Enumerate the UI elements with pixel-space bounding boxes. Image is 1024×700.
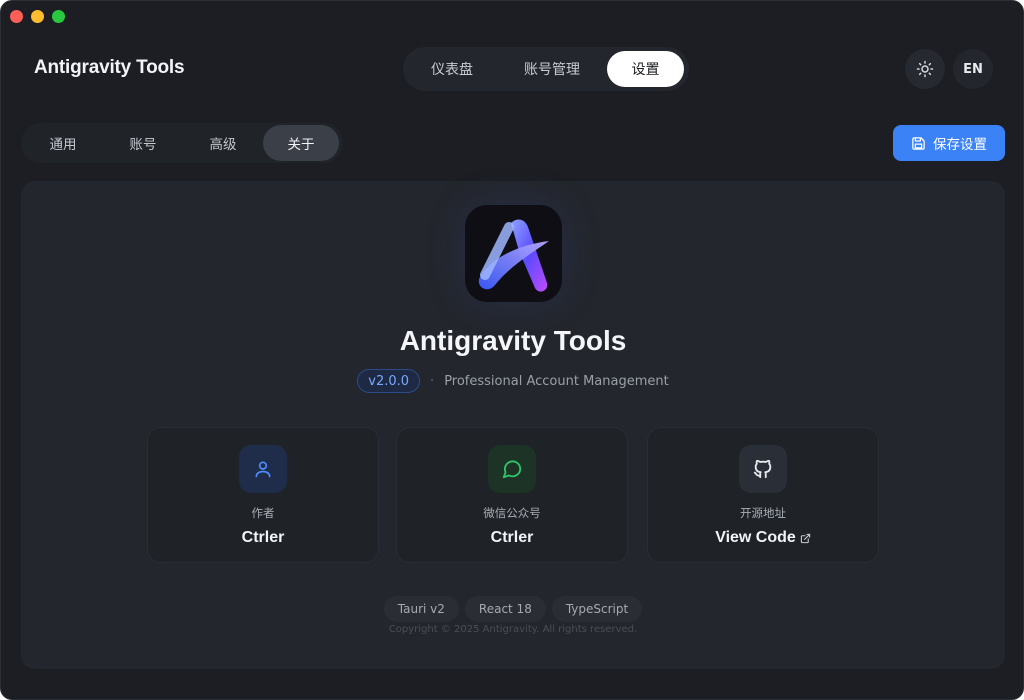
tech-chip: React 18 <box>464 596 546 622</box>
source-label: 开源地址 <box>740 506 786 520</box>
message-circle-icon <box>502 460 522 479</box>
subtab-general[interactable]: 通用 <box>23 125 103 161</box>
subtab-account[interactable]: 账号 <box>103 125 183 161</box>
version-row: v2.0.0 · Professional Account Management <box>1 369 1023 393</box>
subtab-about[interactable]: 关于 <box>263 125 339 161</box>
tab-account-management[interactable]: 账号管理 <box>497 51 607 87</box>
source-icon-box <box>739 445 787 493</box>
save-icon <box>912 136 925 150</box>
author-card: 作者 Ctrler <box>147 427 379 563</box>
app-window: Antigravity Tools 仪表盘 账号管理 设置 EN 通用 账号 高… <box>0 0 1024 700</box>
wechat-card: 微信公众号 Ctrler <box>396 427 628 563</box>
source-card[interactable]: 开源地址 View Code <box>647 427 879 563</box>
tech-chip: Tauri v2 <box>383 596 459 622</box>
author-icon-box <box>239 445 287 493</box>
author-value: Ctrler <box>241 529 285 546</box>
main-nav: 仪表盘 账号管理 设置 <box>403 47 689 91</box>
tagline: Professional Account Management <box>444 373 669 389</box>
version-badge: v2.0.0 <box>357 369 421 393</box>
github-icon <box>753 459 772 479</box>
maximize-window-button[interactable] <box>52 10 65 23</box>
view-code-link[interactable]: View Code <box>715 529 811 547</box>
subtab-advanced[interactable]: 高级 <box>183 125 263 161</box>
tab-settings[interactable]: 设置 <box>607 51 684 87</box>
wechat-label: 微信公众号 <box>483 506 541 520</box>
about-app-name: Antigravity Tools <box>399 325 627 356</box>
tech-chip: TypeScript <box>551 596 643 622</box>
wechat-value: Ctrler <box>490 529 534 546</box>
settings-subnav: 通用 账号 高级 关于 <box>21 123 343 163</box>
app-logo <box>465 205 562 302</box>
minimize-window-button[interactable] <box>31 10 44 23</box>
author-label: 作者 <box>251 506 275 520</box>
copyright-text: Copyright © 2025 Antigravity. All rights… <box>388 624 638 635</box>
language-toggle-button[interactable]: EN <box>953 49 993 89</box>
app-title: Antigravity Tools <box>34 57 185 78</box>
external-link-icon <box>800 533 810 543</box>
save-settings-button[interactable]: 保存设置 <box>893 125 1005 161</box>
view-code-text: View Code <box>715 529 796 546</box>
tech-stack: Tauri v2 React 18 TypeScript <box>1 596 1023 622</box>
separator-dot: · <box>430 373 435 389</box>
user-icon <box>255 461 271 478</box>
sun-icon <box>916 60 934 78</box>
tab-dashboard[interactable]: 仪表盘 <box>407 51 497 87</box>
save-settings-label: 保存设置 <box>933 137 987 153</box>
close-window-button[interactable] <box>10 10 23 23</box>
wechat-icon-box <box>488 445 536 493</box>
theme-toggle-button[interactable] <box>905 49 945 89</box>
window-controls <box>10 10 65 23</box>
